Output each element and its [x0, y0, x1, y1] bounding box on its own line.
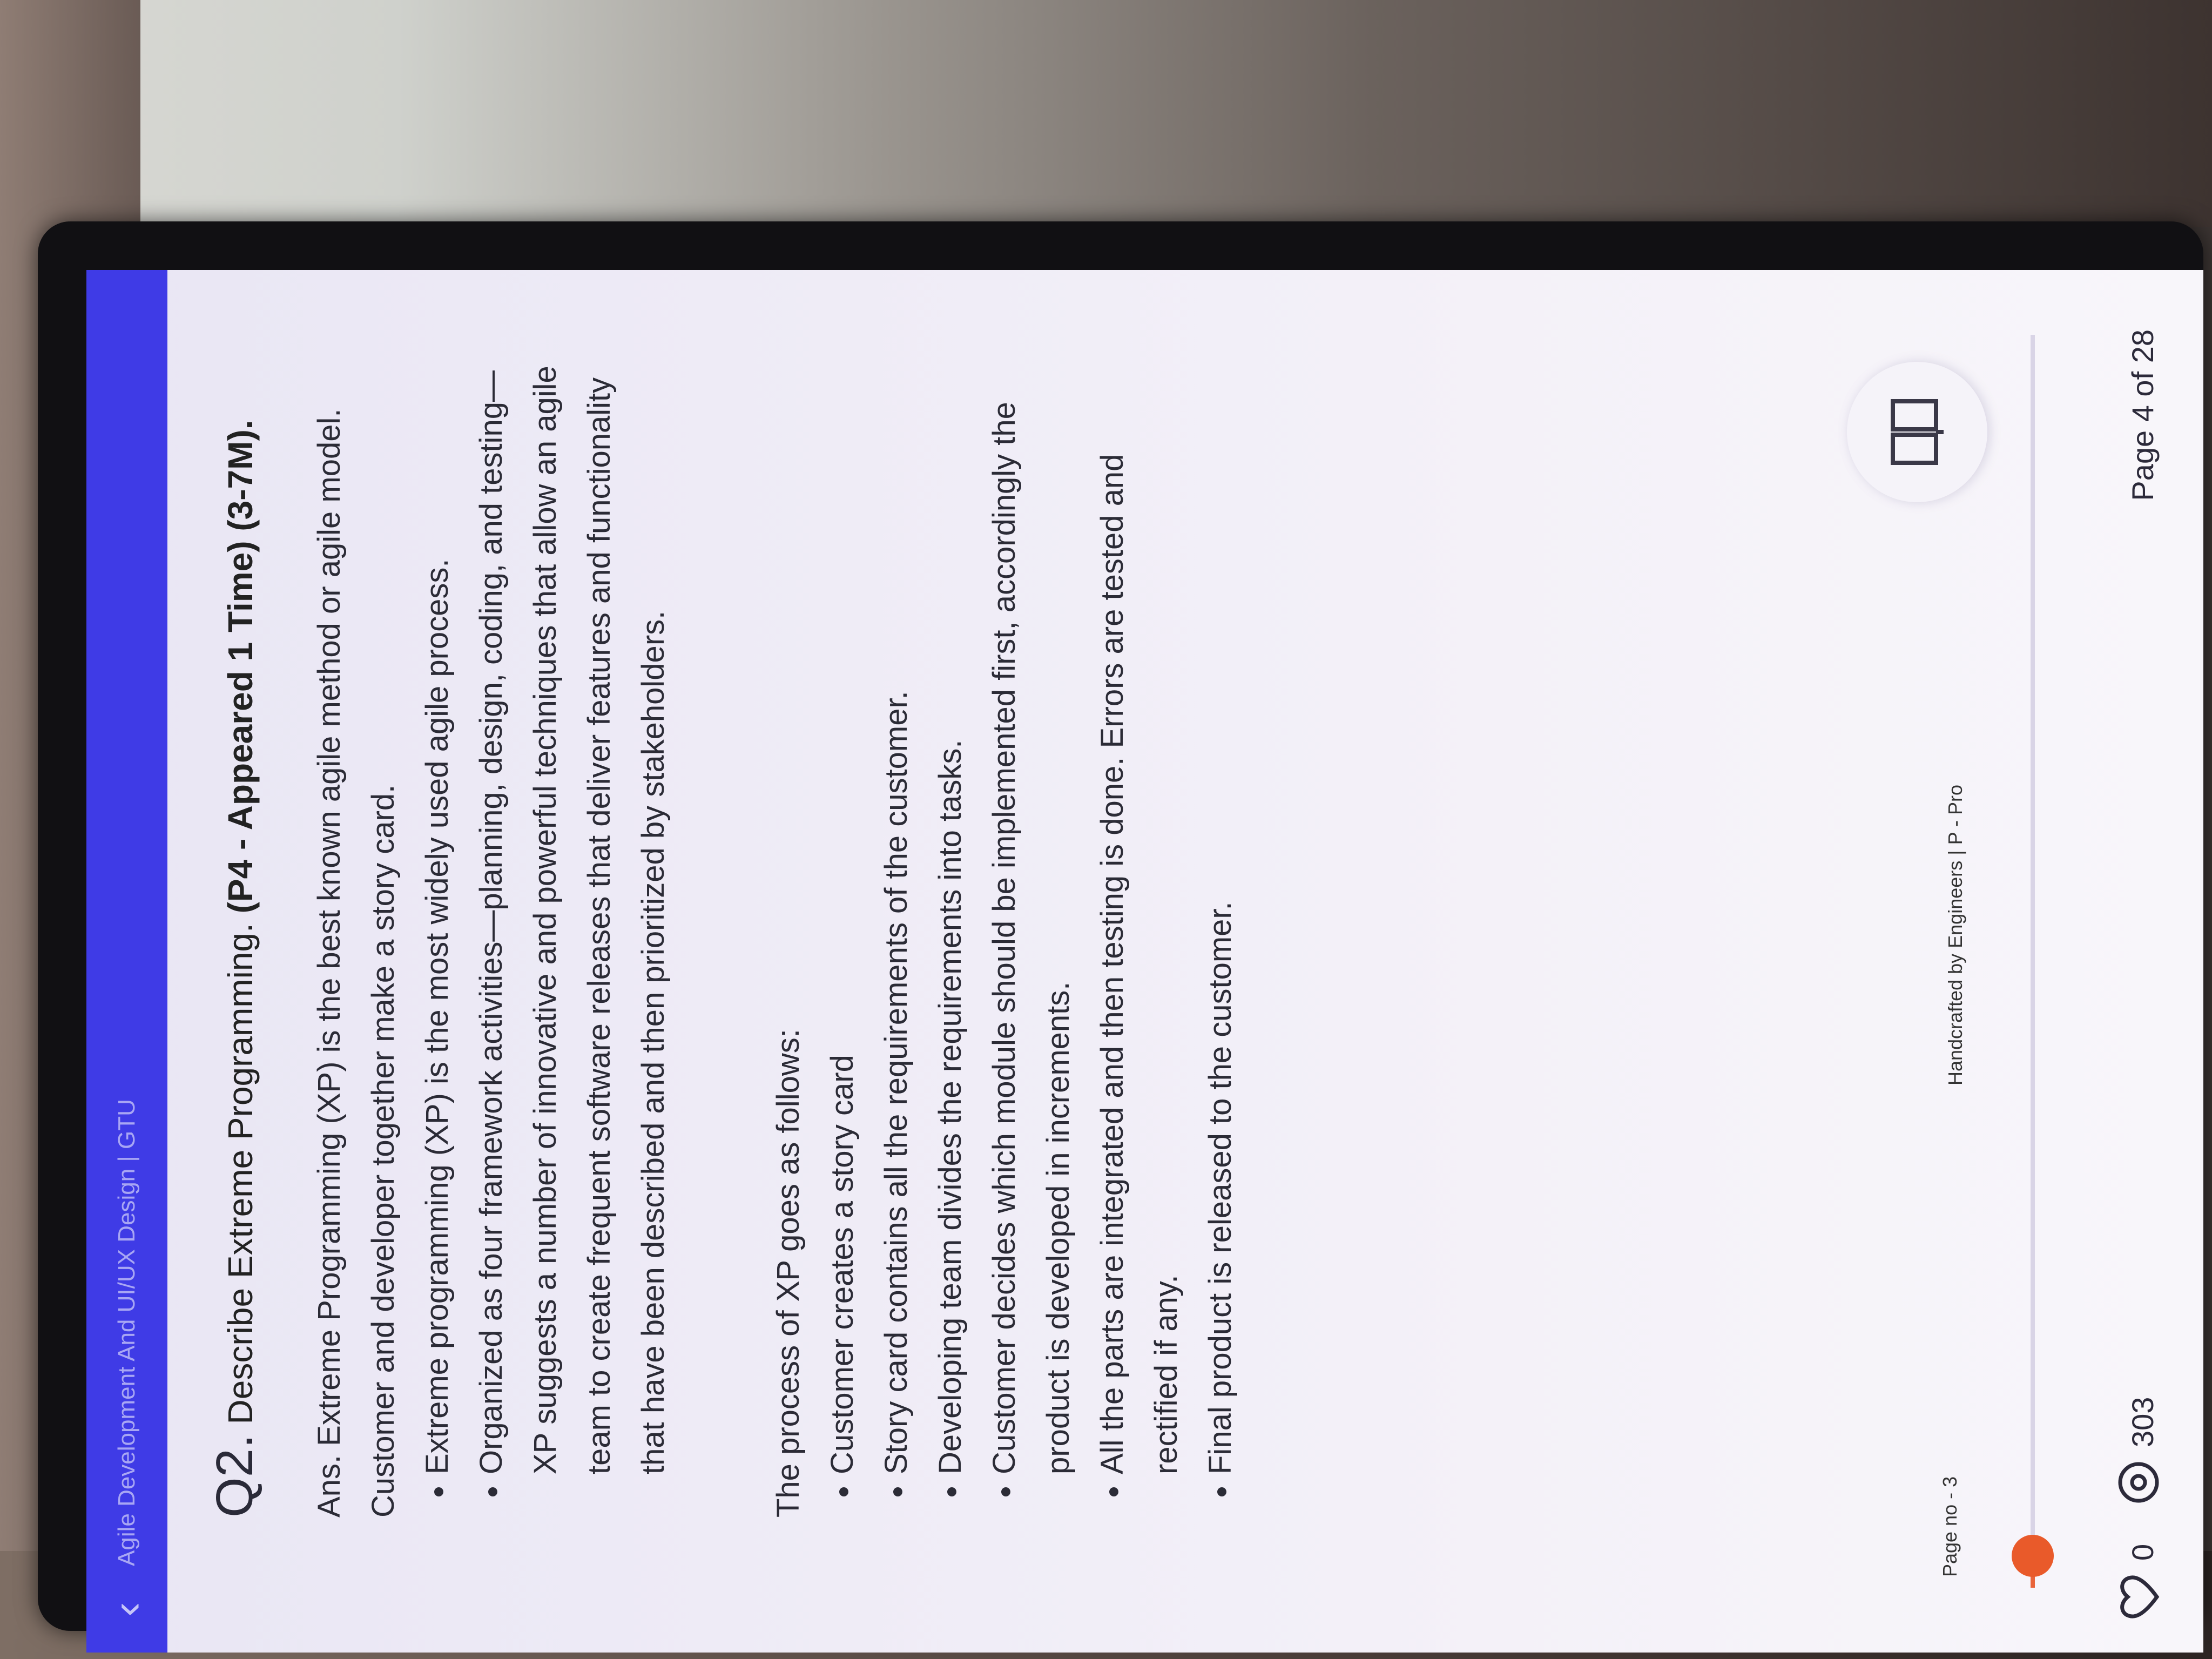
list-item: Customer decides which module should be …: [977, 340, 1085, 1474]
process-bullets: Customer creates a story card Story card…: [815, 340, 1247, 1518]
reading-progress-track: [2031, 335, 2035, 1588]
list-item: Organized as four framework activities—p…: [464, 340, 680, 1474]
background-wall: [0, 0, 2212, 227]
book-view-button[interactable]: [1847, 362, 1987, 502]
answer-intro: Ans. Extreme Programming (XP) is the bes…: [312, 408, 401, 1518]
list-item: Customer creates a story card: [815, 340, 869, 1474]
question-text: Describe Extreme Programming.: [221, 923, 260, 1425]
footer-credit: Handcrafted by Engineers | P - Pro: [1944, 785, 1966, 1085]
heart-icon[interactable]: [2117, 1574, 2160, 1620]
app-title: Agile Development And UI/UX Design | GTU: [113, 1099, 140, 1566]
list-item: Developing team divides the requirements…: [923, 340, 977, 1474]
view-count: 303: [2126, 1397, 2160, 1447]
app-top-bar: ‹ Agile Development And UI/UX Design | G…: [86, 270, 167, 1653]
question-heading: Q2. Describe Extreme Programming. (P4 - …: [205, 340, 265, 1518]
process-title: The process of XP goes as follows:: [771, 1029, 806, 1518]
list-item: Final product is released to the custome…: [1193, 340, 1247, 1474]
document-page: Q2. Describe Extreme Programming. (P4 - …: [205, 340, 1987, 1518]
page-number-label: Page no - 3: [1939, 1476, 1961, 1577]
answer-bullets: Extreme programming (XP) is the most wid…: [410, 340, 680, 1518]
list-item: Story card contains all the requirements…: [869, 340, 923, 1474]
eye-icon: [2118, 1462, 2159, 1503]
list-item: All the parts are integrated and then te…: [1085, 340, 1193, 1474]
back-arrow-icon[interactable]: ‹: [86, 1588, 167, 1631]
question-meta: (P4 - Appeared 1 Time) (3-7M).: [221, 420, 260, 914]
page-indicator: Page 4 of 28: [2126, 329, 2160, 501]
reading-progress-handle[interactable]: [2012, 1535, 2054, 1577]
book-icon: [1891, 399, 1944, 465]
list-item: Extreme programming (XP) is the most wid…: [410, 340, 464, 1474]
reader-bottom-bar: 0 303 Page 4 of 28: [2074, 270, 2203, 1653]
phone-screen: ‹ Agile Development And UI/UX Design | G…: [86, 270, 2203, 1653]
like-count: 0: [2126, 1543, 2160, 1561]
question-number: Q2.: [206, 1434, 264, 1518]
